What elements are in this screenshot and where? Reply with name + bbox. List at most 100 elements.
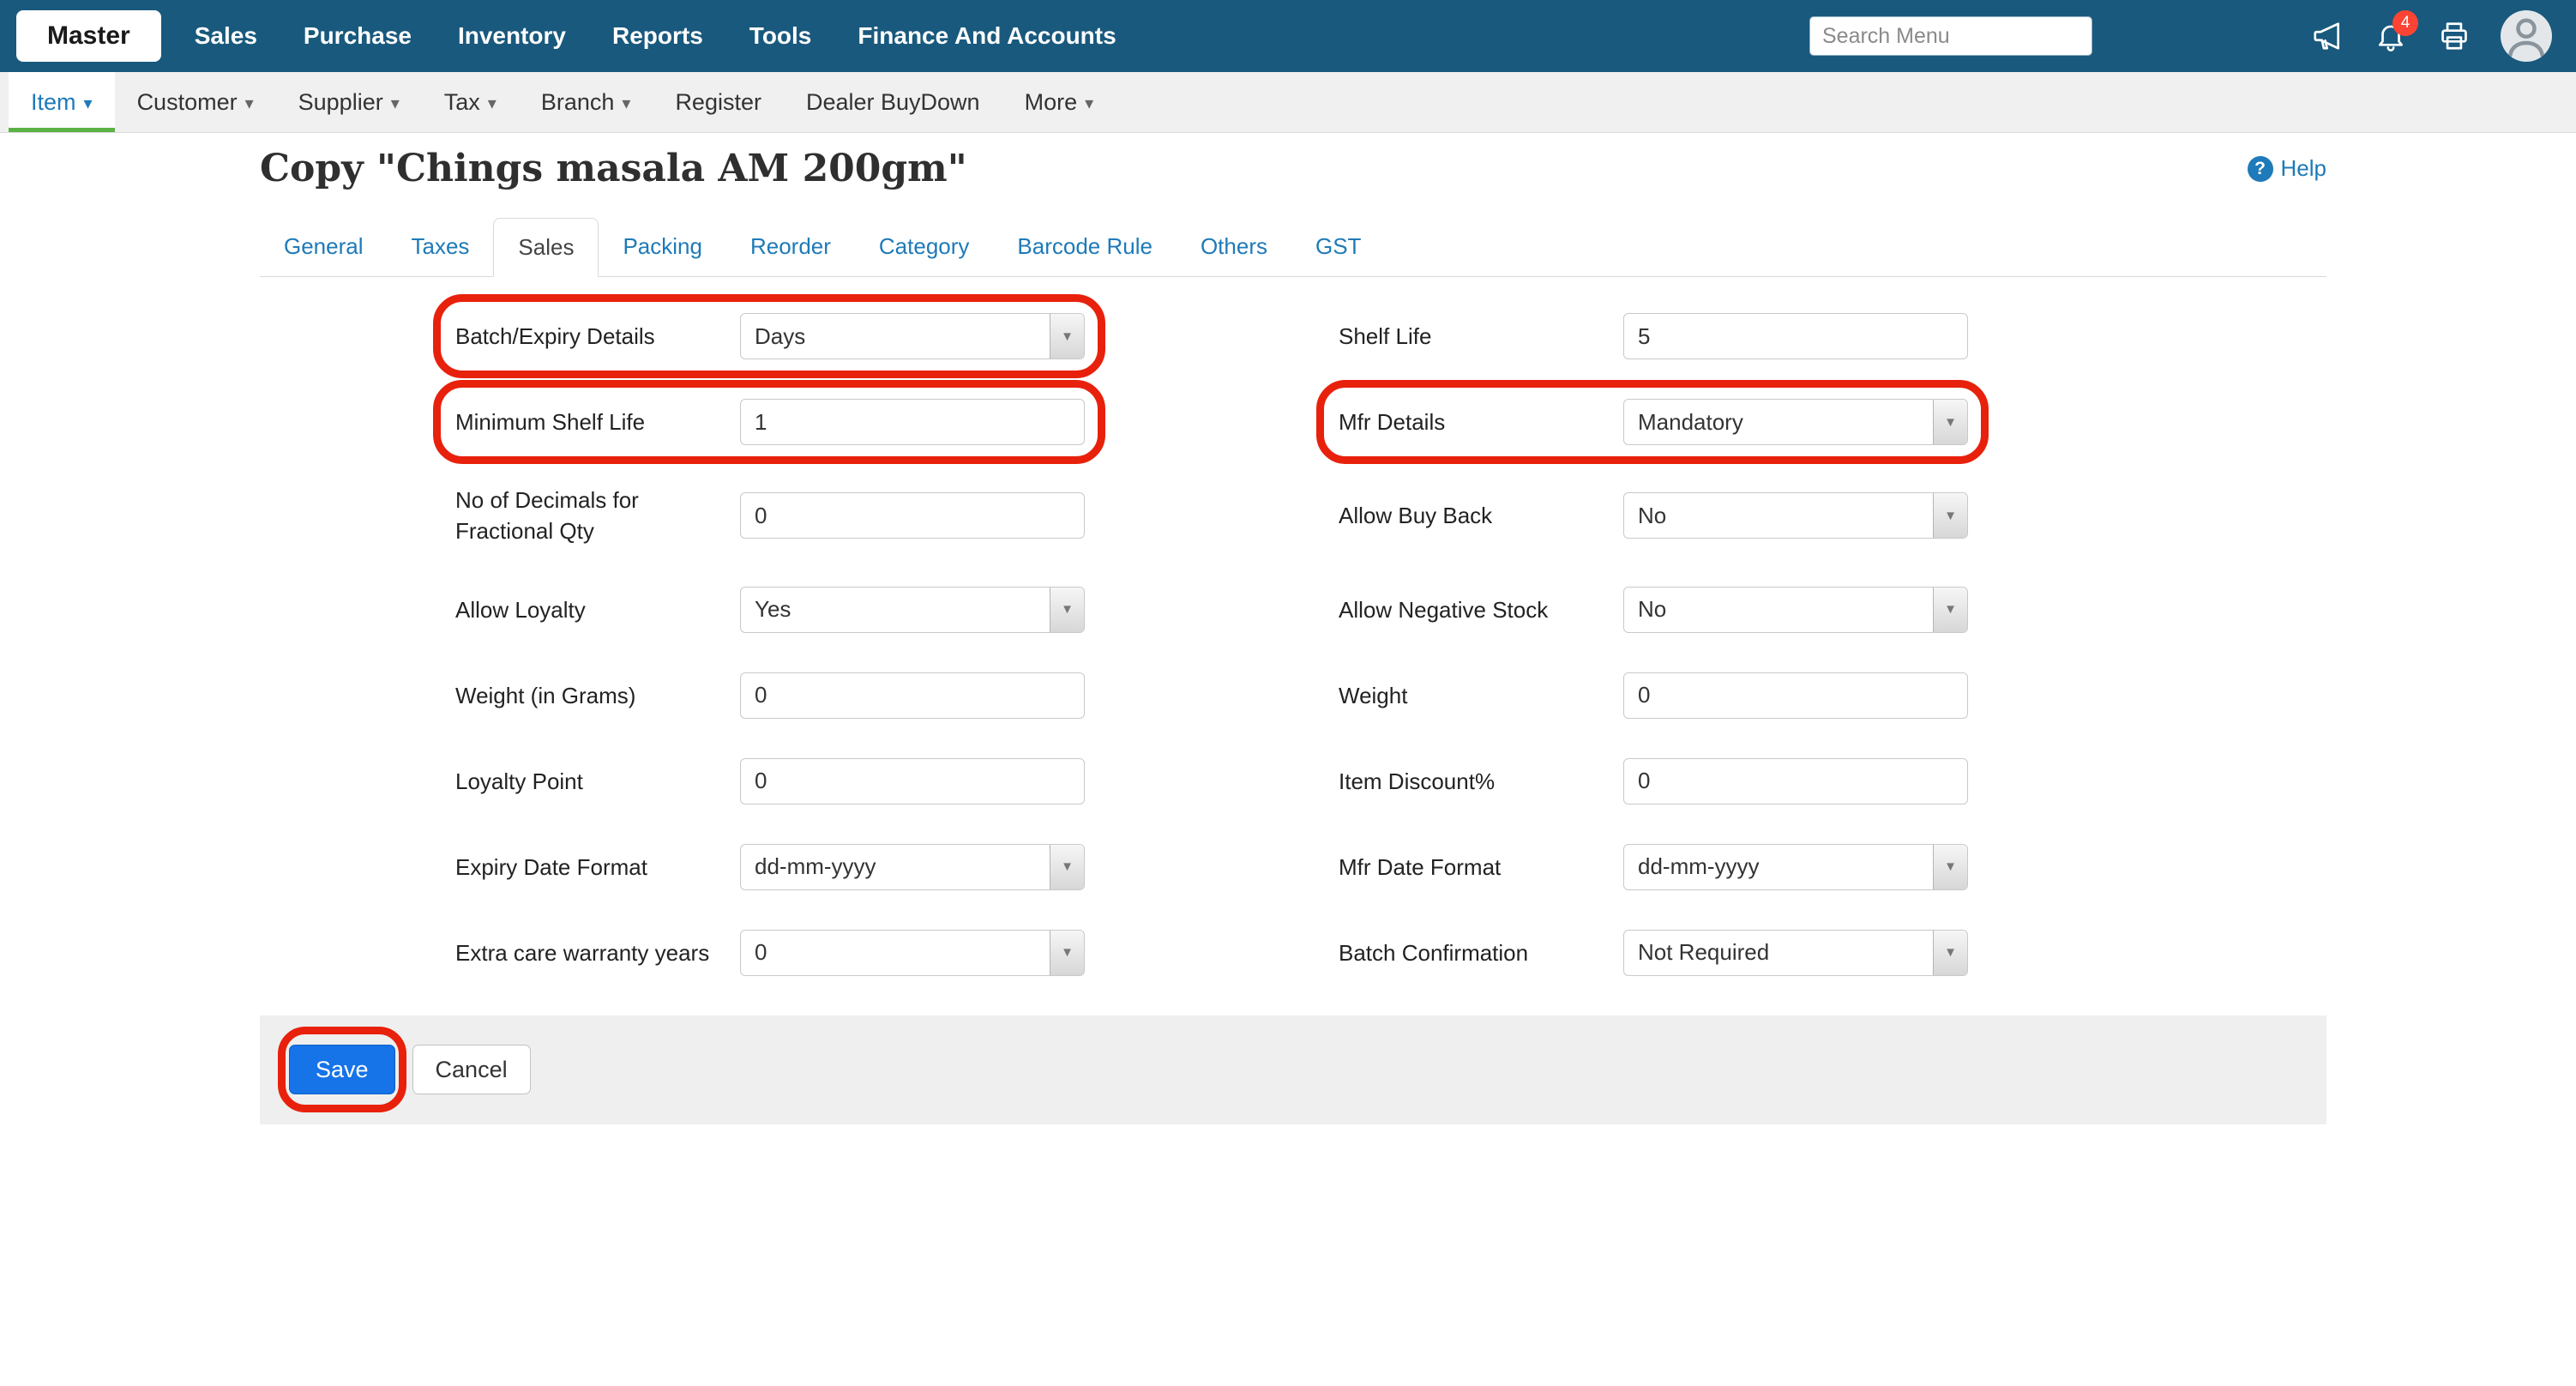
topnav-item-reports[interactable]: Reports	[589, 0, 726, 72]
topnav-item-purchase[interactable]: Purchase	[280, 0, 435, 72]
form-row: Extra care warranty years0▼Batch Confirm…	[260, 930, 2326, 976]
subnav-item-supplier[interactable]: Supplier ▾	[276, 72, 422, 132]
subnav-item-dealer-buydown[interactable]: Dealer BuyDown	[784, 72, 1002, 132]
topnav-item-tools[interactable]: Tools	[726, 0, 835, 72]
extra-care-warranty-years-select[interactable]: 0▼	[740, 930, 1085, 976]
field-label: Allow Negative Stock	[1339, 594, 1623, 625]
field-label: Expiry Date Format	[455, 852, 740, 883]
save-button[interactable]: Save	[289, 1045, 395, 1094]
tab-barcode-rule[interactable]: Barcode Rule	[993, 218, 1177, 277]
topnav-item-inventory[interactable]: Inventory	[435, 0, 589, 72]
tab-gst[interactable]: GST	[1291, 218, 1385, 277]
subnav-item-label: More	[1025, 89, 1078, 116]
batch-expiry-details-select[interactable]: Days▼	[740, 313, 1085, 359]
help-label: Help	[2281, 155, 2326, 182]
mfr-details-select[interactable]: Mandatory▼	[1623, 399, 1968, 445]
topnav-item-finance-and-accounts[interactable]: Finance And Accounts	[834, 0, 1139, 72]
batch-confirmation-select[interactable]: Not Required▼	[1623, 930, 1968, 976]
announcement-icon[interactable]	[2310, 19, 2344, 53]
field-allow-negative-stock: Allow Negative StockNo▼	[1339, 587, 1968, 633]
field-item-discount: Item Discount%	[1339, 758, 1968, 804]
field-label: No of Decimals for Fractional Qty	[455, 485, 740, 547]
select-value: No	[1624, 588, 1933, 632]
tab-packing[interactable]: Packing	[599, 218, 726, 277]
tab-others[interactable]: Others	[1177, 218, 1291, 277]
help-link[interactable]: ? Help	[2248, 155, 2326, 182]
allow-loyalty-select[interactable]: Yes▼	[740, 587, 1085, 633]
topnav-right-cluster: 4	[1809, 10, 2552, 62]
field-label: Allow Loyalty	[455, 594, 740, 625]
chevron-down-icon: ▼	[1050, 845, 1084, 889]
field-label: Allow Buy Back	[1339, 500, 1623, 531]
chevron-down-icon: ▼	[1933, 931, 1967, 975]
top-navigation-bar: Master SalesPurchaseInventoryReportsTool…	[0, 0, 2576, 72]
page-title: Copy "Chings masala AM 200gm"	[260, 147, 967, 190]
field-allow-loyalty: Allow LoyaltyYes▼	[455, 587, 1085, 633]
form-row: Loyalty PointItem Discount%	[260, 758, 2326, 804]
chevron-down-icon: ▼	[1933, 400, 1967, 444]
item-discount-input[interactable]	[1623, 758, 1968, 804]
mfr-date-format-select[interactable]: dd-mm-yyyy▼	[1623, 844, 1968, 890]
nav-master-tab[interactable]: Master	[16, 10, 161, 62]
chevron-down-icon: ▾	[391, 93, 400, 114]
search-input[interactable]	[1809, 16, 2092, 56]
subnav-item-label: Supplier	[298, 89, 383, 116]
subnav-item-label: Dealer BuyDown	[806, 89, 980, 116]
topnav-item-sales[interactable]: Sales	[172, 0, 280, 72]
subnav-item-label: Register	[675, 89, 761, 116]
loyalty-point-input[interactable]	[740, 758, 1085, 804]
form-row: Allow LoyaltyYes▼Allow Negative StockNo▼	[260, 587, 2326, 633]
field-minimum-shelf-life: Minimum Shelf Life	[455, 399, 1085, 445]
minimum-shelf-life-input[interactable]	[740, 399, 1085, 445]
field-label: Mfr Details	[1339, 407, 1623, 437]
field-extra-care-warranty-years: Extra care warranty years0▼	[455, 930, 1085, 976]
field-weight: Weight	[1339, 672, 1968, 719]
subnav-item-tax[interactable]: Tax▾	[422, 72, 519, 132]
tab-taxes[interactable]: Taxes	[388, 218, 494, 277]
no-of-decimals-for-fractional-qty-input[interactable]	[740, 492, 1085, 539]
select-value: No	[1624, 493, 1933, 538]
allow-negative-stock-select[interactable]: No▼	[1623, 587, 1968, 633]
select-value: Mandatory	[1624, 400, 1933, 444]
field-label: Mfr Date Format	[1339, 852, 1623, 883]
select-value: Yes	[741, 588, 1050, 632]
form-row: Minimum Shelf Life Mfr DetailsMandatory▼	[260, 399, 2326, 445]
subnav-item-customer[interactable]: Customer▾	[115, 72, 276, 132]
chevron-down-icon: ▼	[1933, 845, 1967, 889]
field-label: Minimum Shelf Life	[455, 407, 740, 437]
topnav-items: SalesPurchaseInventoryReportsToolsFinanc…	[172, 0, 1140, 72]
user-avatar[interactable]	[2501, 10, 2552, 62]
shelf-life-input[interactable]	[1623, 313, 1968, 359]
chevron-down-icon: ▾	[1085, 93, 1093, 114]
cancel-button[interactable]: Cancel	[412, 1045, 531, 1094]
field-mfr-date-format: Mfr Date Formatdd-mm-yyyy▼	[1339, 844, 1968, 890]
notifications-bell-icon[interactable]: 4	[2374, 19, 2408, 53]
weight-in-grams-input[interactable]	[740, 672, 1085, 719]
save-button-highlight: Save	[289, 1045, 395, 1094]
field-batch-expiry-details: Batch/Expiry DetailsDays▼	[455, 313, 1085, 359]
chevron-down-icon: ▼	[1050, 314, 1084, 359]
field-label: Extra care warranty years	[455, 937, 740, 968]
tab-category[interactable]: Category	[855, 218, 994, 277]
chevron-down-icon: ▼	[1050, 931, 1084, 975]
chevron-down-icon: ▼	[1933, 493, 1967, 538]
tab-reorder[interactable]: Reorder	[726, 218, 855, 277]
select-value: Not Required	[1624, 931, 1933, 975]
allow-buy-back-select[interactable]: No▼	[1623, 492, 1968, 539]
tab-sales[interactable]: Sales	[493, 218, 599, 277]
subnav-item-more[interactable]: More ▾	[1002, 72, 1116, 132]
notification-badge: 4	[2392, 10, 2418, 36]
tab-general[interactable]: General	[260, 218, 388, 277]
select-value: Days	[741, 314, 1050, 359]
subnav-item-register[interactable]: Register	[653, 72, 784, 132]
form-tabs: GeneralTaxesSalesPackingReorderCategoryB…	[260, 218, 2326, 277]
subnav-item-branch[interactable]: Branch▾	[519, 72, 653, 132]
subnav-item-item[interactable]: Item▾	[9, 72, 115, 132]
expiry-date-format-select[interactable]: dd-mm-yyyy▼	[740, 844, 1085, 890]
select-value: dd-mm-yyyy	[741, 845, 1050, 889]
chevron-down-icon: ▼	[1050, 588, 1084, 632]
weight-input[interactable]	[1623, 672, 1968, 719]
page-content: Copy "Chings masala AM 200gm" ? Help Gen…	[260, 147, 2326, 1124]
chevron-down-icon: ▾	[488, 93, 497, 114]
printer-icon[interactable]	[2437, 19, 2471, 53]
